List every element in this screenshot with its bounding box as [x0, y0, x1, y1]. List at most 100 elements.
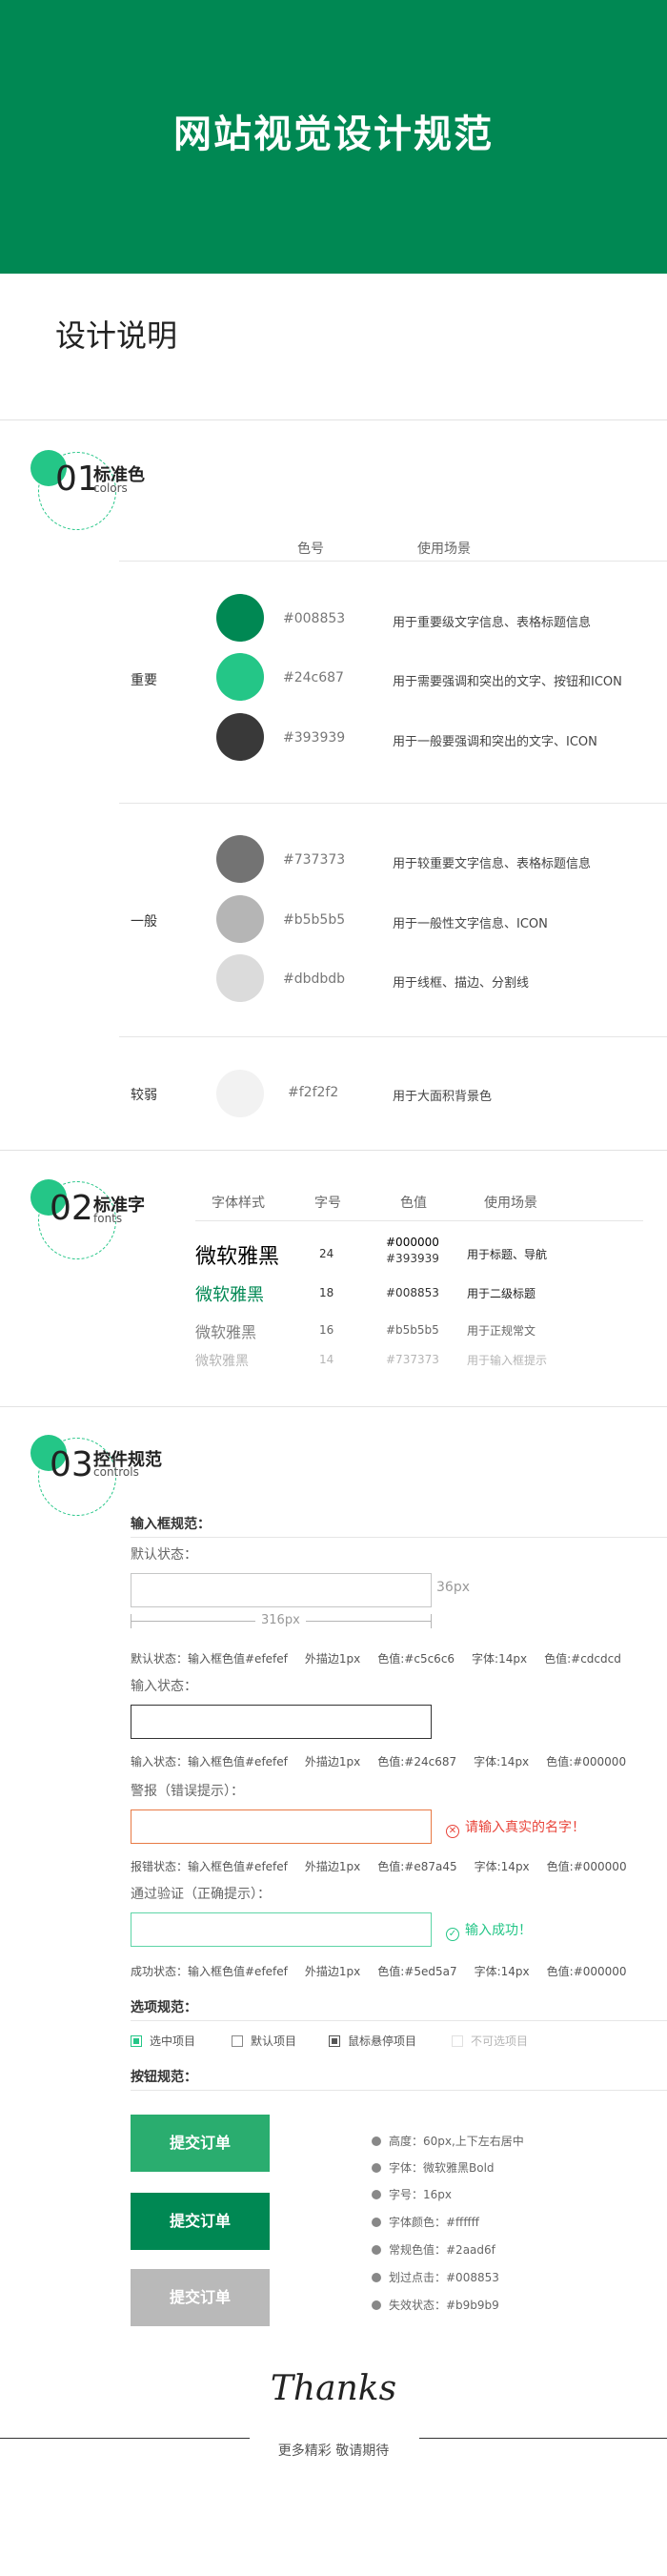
design-title: 设计说明 — [55, 317, 178, 354]
bullet-icon — [372, 2273, 381, 2282]
success-state-note: 成功状态：输入框色值#efefef 外描边1px 色值:#5ed5a7 字体:14px… — [131, 1965, 627, 1978]
hero-banner: 网站视觉设计规范 — [0, 0, 667, 274]
footer-line-left — [0, 2438, 250, 2439]
color-hex: #b5b5b5 — [283, 912, 346, 928]
color-usage: 用于线框、描边、分割线 — [393, 976, 530, 991]
input-state-label: 输入状态： — [131, 1679, 197, 1694]
bullet-icon — [372, 2218, 381, 2227]
color-group-label: 重要 — [131, 673, 157, 688]
height-dimension: 36px — [436, 1580, 470, 1595]
submit-button-disabled: 提交订单 — [131, 2269, 270, 2326]
error-message: ✕ 请输入真实的名字！ — [446, 1817, 585, 1838]
color-swatch — [216, 835, 264, 883]
thanks-title: Thanks — [270, 2369, 397, 2408]
header-color-code: 色号 — [297, 542, 324, 557]
bullet-icon — [372, 2300, 381, 2310]
section-number: 01 — [55, 460, 99, 499]
divider — [0, 1406, 667, 1407]
color-hex: #008853 — [283, 611, 346, 626]
button-spec: 高度：60px,上下左右居中 — [372, 2133, 524, 2149]
checkbox-hover-icon — [329, 2035, 340, 2047]
table-header-line — [195, 1220, 643, 1221]
checkbox-disabled-icon — [452, 2035, 463, 2047]
font-size: 24 — [319, 1247, 334, 1260]
font-sample: 微软雅黑 — [195, 1285, 264, 1305]
checkbox-icon — [232, 2035, 243, 2047]
color-usage: 用于需要强调和突出的文字、按钮和ICON — [393, 675, 622, 689]
bullet-icon — [372, 2245, 381, 2255]
error-state-note: 报错状态：输入框色值#efefef 外描边1px 色值:#e87a45 字体:14px… — [131, 1860, 627, 1873]
button-spec: 字体：微软雅黑Bold — [372, 2159, 495, 2176]
color-swatch — [216, 1070, 264, 1117]
button-spec: 失效状态：#b9b9b9 — [372, 2297, 499, 2313]
option-disabled: 不可选项目 — [452, 2033, 528, 2049]
width-dimension-tick — [431, 1614, 432, 1628]
option-checked[interactable]: 选中项目 — [131, 2033, 195, 2049]
option-default[interactable]: 默认项目 — [232, 2033, 296, 2049]
default-state-note: 默认状态：输入框色值#efefef 外描边1px 色值:#c5c6c6 字体:14px… — [131, 1652, 621, 1666]
subsection-line — [131, 2020, 667, 2021]
font-usage: 用于输入框提示 — [467, 1354, 548, 1367]
default-state-label: 默认状态： — [131, 1547, 197, 1563]
thanks-subtitle: 更多精彩 敬请期待 — [277, 2443, 390, 2459]
font-color: #393939 — [386, 1252, 439, 1265]
section-subtitle: controls — [93, 1465, 139, 1479]
error-icon: ✕ — [446, 1825, 459, 1838]
color-usage: 用于一般要强调和突出的文字、ICON — [393, 735, 597, 749]
button-spec-title: 按钮规范： — [131, 2070, 197, 2085]
color-usage: 用于较重要文字信息、表格标题信息 — [393, 857, 592, 871]
footer-line-right — [419, 2438, 667, 2439]
font-color: #000000 — [386, 1236, 439, 1249]
subsection-line — [131, 1537, 667, 1538]
font-sample: 微软雅黑 — [195, 1245, 280, 1269]
font-sample: 微软雅黑 — [195, 1354, 249, 1369]
success-message: ✓ 输入成功！ — [446, 1920, 532, 1941]
page-title: 网站视觉设计规范 — [173, 112, 494, 156]
option-spec-title: 选项规范： — [131, 2000, 197, 2015]
section-subtitle: colors — [93, 481, 128, 495]
header-font-style: 字体样式 — [212, 1196, 265, 1211]
font-size: 18 — [319, 1286, 334, 1299]
color-group-label: 较弱 — [131, 1088, 157, 1103]
divider — [0, 419, 667, 420]
active-input[interactable] — [131, 1705, 432, 1739]
font-color: #737373 — [386, 1353, 439, 1366]
color-hex: #737373 — [283, 852, 346, 868]
color-swatch — [216, 594, 264, 642]
option-hover[interactable]: 鼠标悬停项目 — [329, 2033, 416, 2049]
header-font-usage: 使用场景 — [484, 1196, 537, 1211]
font-size: 14 — [319, 1353, 334, 1366]
font-color: #008853 — [386, 1286, 439, 1299]
submit-button-normal[interactable]: 提交订单 — [131, 2115, 270, 2172]
section-number: 02 — [50, 1189, 93, 1228]
color-hex: #393939 — [283, 730, 346, 746]
color-usage: 用于一般性文字信息、ICON — [393, 917, 548, 931]
error-state-label: 警报（错误提示）： — [131, 1784, 244, 1799]
color-swatch — [216, 954, 264, 1002]
header-font-size: 字号 — [314, 1196, 341, 1211]
button-spec: 字号：16px — [372, 2186, 452, 2202]
submit-button-hover[interactable]: 提交订单 — [131, 2193, 270, 2250]
input-spec-title: 输入框规范： — [131, 1517, 211, 1532]
input-state-note: 输入状态：输入框色值#efefef 外描边1px 色值:#24c687 字体:14px… — [131, 1755, 627, 1768]
default-input[interactable] — [131, 1573, 432, 1607]
color-swatch — [216, 653, 264, 701]
font-color: #b5b5b5 — [386, 1323, 439, 1337]
divider — [0, 1150, 667, 1151]
success-input[interactable] — [131, 1912, 432, 1947]
font-sample: 微软雅黑 — [195, 1323, 257, 1341]
checkbox-checked-icon — [131, 2035, 142, 2047]
error-input[interactable] — [131, 1809, 432, 1844]
group-divider — [119, 803, 667, 804]
color-swatch — [216, 713, 264, 761]
color-usage: 用于大面积背景色 — [393, 1090, 493, 1104]
bullet-icon — [372, 2163, 381, 2173]
color-hex: #f2f2f2 — [288, 1085, 339, 1100]
table-header-line — [119, 561, 667, 562]
section-number: 03 — [50, 1445, 93, 1484]
button-spec: 常规色值：#2aad6f — [372, 2241, 495, 2258]
bullet-icon — [372, 2190, 381, 2199]
bullet-icon — [372, 2136, 381, 2146]
header-font-color: 色值 — [400, 1196, 427, 1211]
check-icon: ✓ — [446, 1928, 459, 1941]
